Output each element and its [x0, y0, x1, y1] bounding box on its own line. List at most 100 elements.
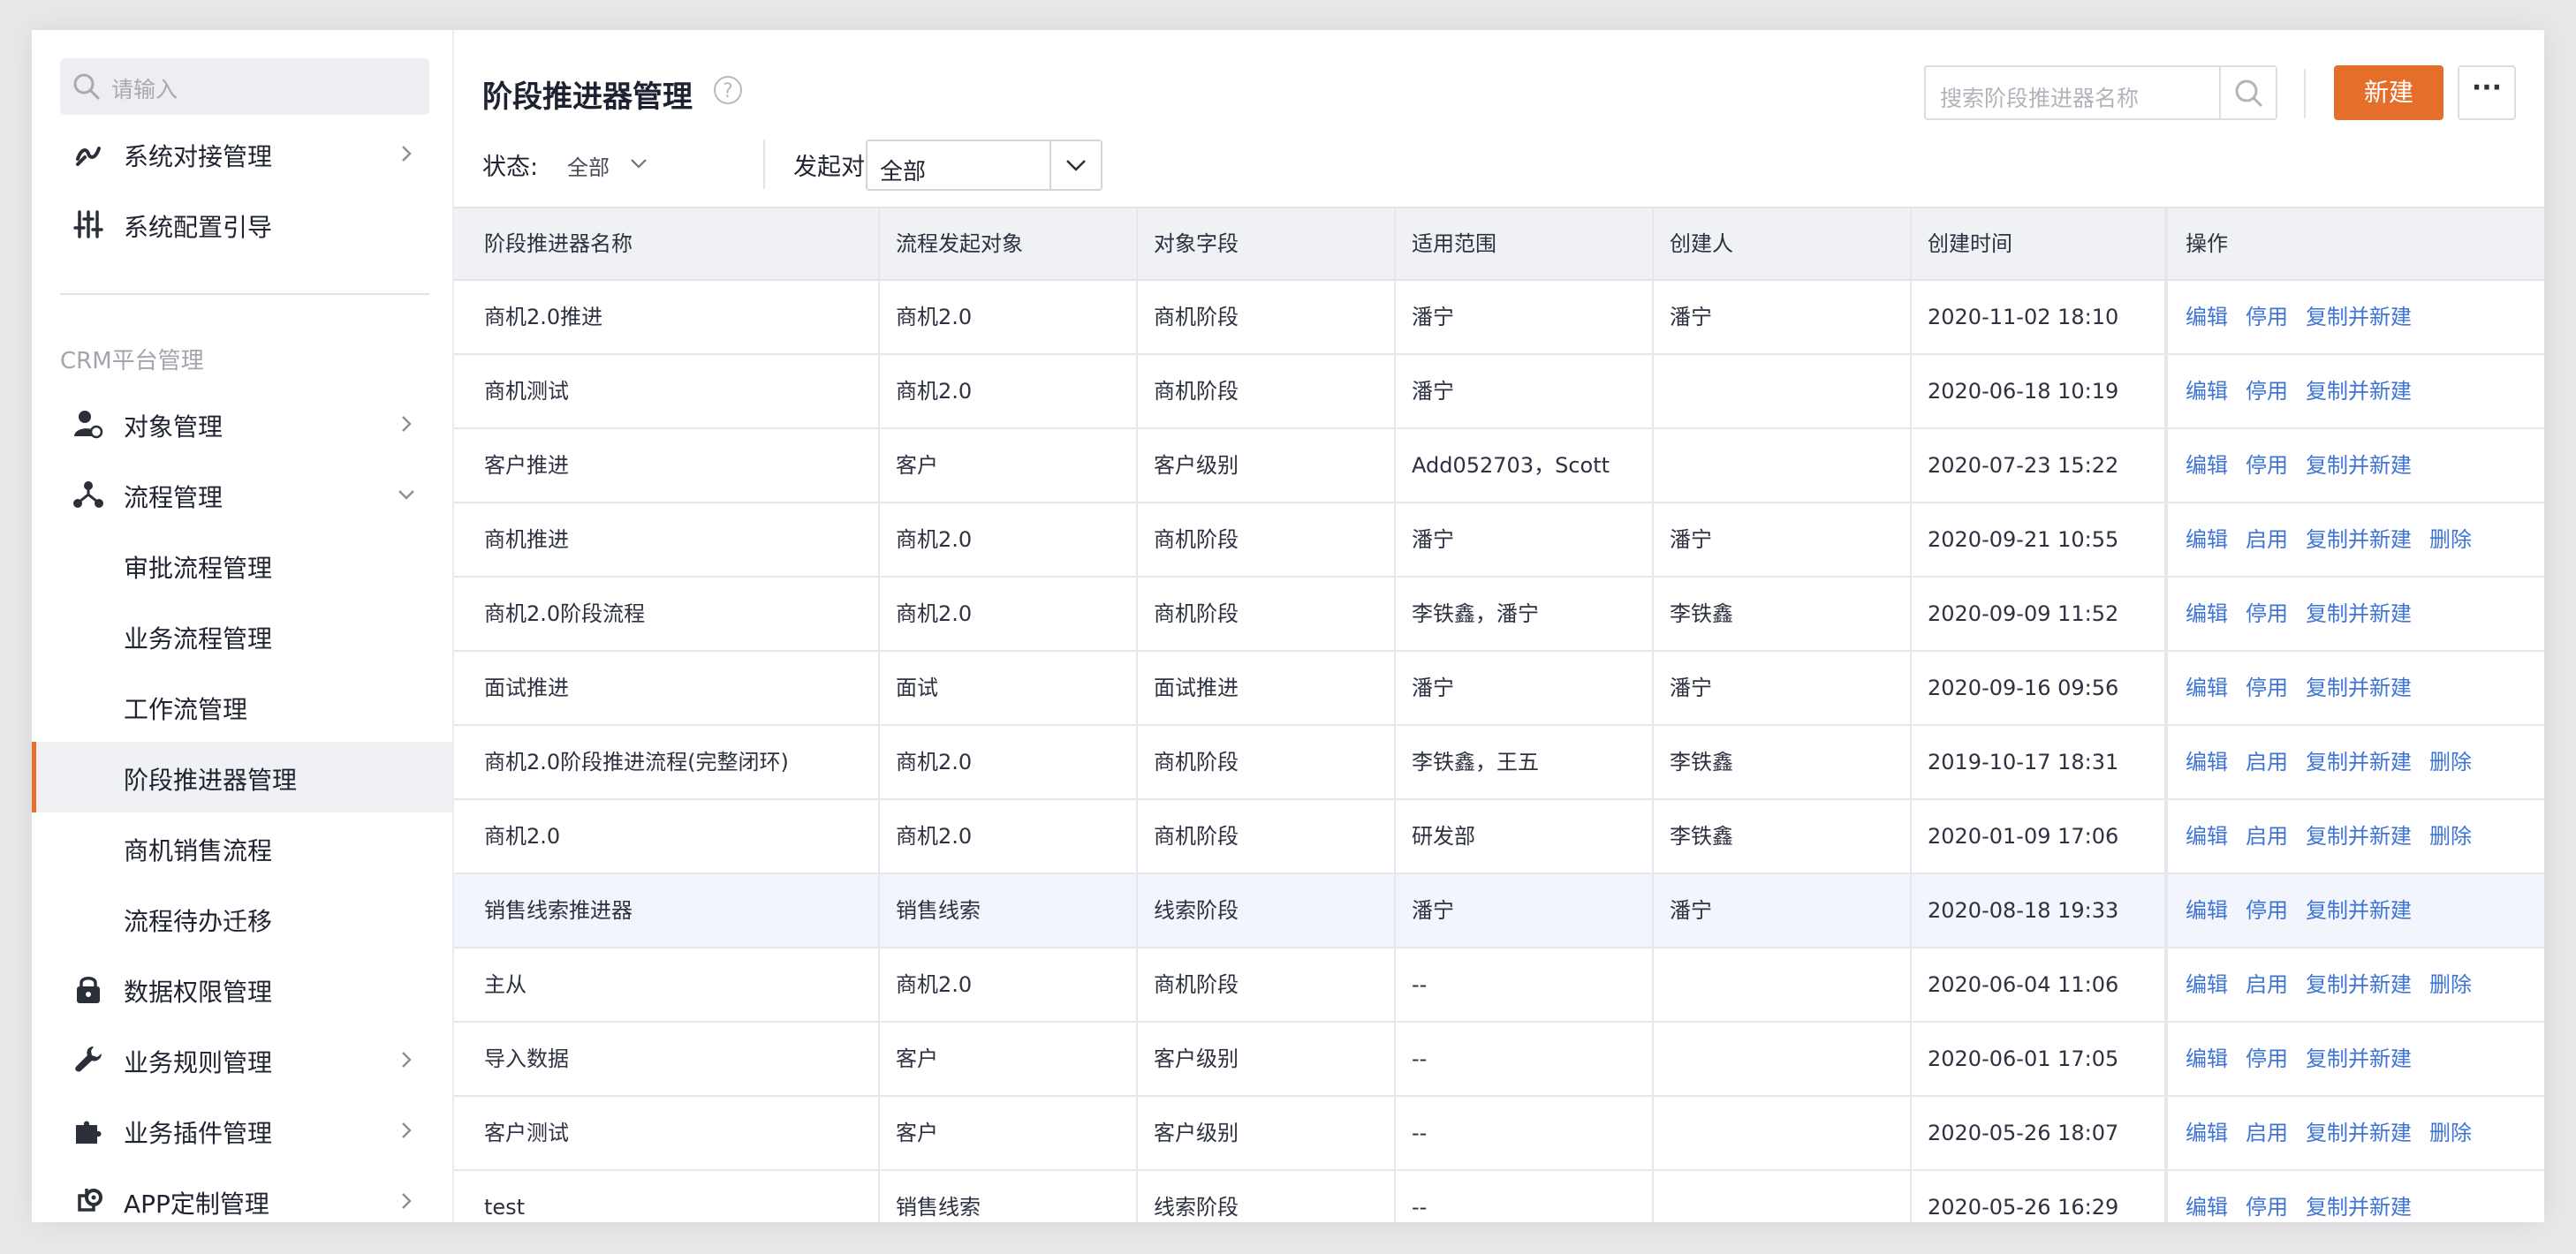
row-action-link[interactable]: 停用	[2246, 898, 2288, 923]
new-button[interactable]: 新建	[2334, 65, 2443, 120]
sidebar-item-object-management[interactable]: 对象管理	[32, 389, 452, 459]
select-arrow[interactable]	[1049, 141, 1101, 189]
row-action-link[interactable]: 编辑	[2186, 750, 2228, 774]
table-cell-creator	[1654, 355, 1912, 427]
row-action-link[interactable]: 启用	[2246, 527, 2288, 552]
table-row[interactable]: 商机2.0阶段流程 商机2.0 商机阶段 李铁鑫，潘宁 李铁鑫 2020-09-09 11…	[454, 578, 2544, 652]
row-action-link[interactable]: 删除	[2429, 527, 2472, 552]
row-action-link[interactable]: 复制并新建	[2306, 1046, 2412, 1071]
row-action-link[interactable]: 复制并新建	[2306, 750, 2412, 774]
table-row[interactable]: 商机测试 商机2.0 商机阶段 潘宁 2020-06-18 10:19 编辑 停用 复制并新建	[454, 355, 2544, 429]
sidebar-item-config-guide[interactable]: 系统配置引导	[32, 189, 452, 260]
target-filter-select[interactable]: 全部	[866, 140, 1102, 191]
sidebar-item-opportunity-sales-flow[interactable]: 商机销售流程	[32, 812, 452, 883]
sidebar-search-input[interactable]: 请输入	[60, 58, 429, 115]
row-action-link[interactable]: 复制并新建	[2306, 676, 2412, 700]
table-row[interactable]: 商机推进 商机2.0 商机阶段 潘宁 潘宁 2020-09-21 10:55 编辑 启用 复制并…	[454, 503, 2544, 578]
table-cell-field: 商机阶段	[1138, 578, 1396, 650]
row-action-link[interactable]: 停用	[2246, 305, 2288, 329]
row-action-link[interactable]: 停用	[2246, 1046, 2288, 1071]
sidebar-item-business-rules[interactable]: 业务规则管理	[32, 1024, 452, 1095]
chevron-right-icon	[402, 1052, 412, 1068]
row-action-link[interactable]: 编辑	[2186, 1195, 2228, 1220]
row-action-link[interactable]: 复制并新建	[2306, 527, 2412, 552]
row-action-link[interactable]: 删除	[2429, 972, 2472, 997]
row-action-link[interactable]: 编辑	[2186, 1121, 2228, 1145]
table-cell-actions: 编辑 启用 复制并新建 删除	[2166, 800, 2544, 873]
more-button[interactable]: ···	[2458, 65, 2516, 120]
row-action-link[interactable]: 复制并新建	[2306, 601, 2412, 626]
row-action-link[interactable]: 复制并新建	[2306, 453, 2412, 478]
row-action-link[interactable]: 停用	[2246, 1195, 2288, 1220]
row-action-link[interactable]: 复制并新建	[2306, 824, 2412, 849]
row-action-link[interactable]: 复制并新建	[2306, 972, 2412, 997]
table-cell-name: 商机推进	[454, 503, 880, 576]
row-action-link[interactable]: 编辑	[2186, 1046, 2228, 1071]
sidebar-item-stage-advancer[interactable]: 阶段推进器管理	[32, 742, 452, 812]
row-action-link[interactable]: 复制并新建	[2306, 1121, 2412, 1145]
row-action-link[interactable]: 编辑	[2186, 527, 2228, 552]
sidebar-item-todo-migration[interactable]: 流程待办迁移	[32, 883, 452, 954]
row-action-link[interactable]: 编辑	[2186, 972, 2228, 997]
help-icon[interactable]: ?	[714, 76, 742, 104]
row-action-link[interactable]: 编辑	[2186, 898, 2228, 923]
table-row[interactable]: 客户测试 客户 客户级别 -- 2020-05-26 18:07 编辑 启用 复制并新建 删除	[454, 1097, 2544, 1171]
row-action-link[interactable]: 编辑	[2186, 824, 2228, 849]
table-cell-creator: 李铁鑫	[1654, 578, 1912, 650]
table-cell-time: 2020-06-01 17:05	[1912, 1023, 2166, 1095]
table-row[interactable]: 商机2.0推进 商机2.0 商机阶段 潘宁 潘宁 2020-11-02 18:10 编辑 停用…	[454, 281, 2544, 355]
sidebar-item-approval-flow[interactable]: 审批流程管理	[32, 530, 452, 601]
row-action-link[interactable]: 停用	[2246, 601, 2288, 626]
row-action-link[interactable]: 启用	[2246, 824, 2288, 849]
table-row[interactable]: 客户推进 客户 客户级别 Add052703，Scott 2020-07-23 15:2…	[454, 429, 2544, 503]
table-cell-field: 商机阶段	[1138, 503, 1396, 576]
table-row[interactable]: test 销售线索 线索阶段 -- 2020-05-26 16:29 编辑 停用 复制并新建	[454, 1171, 2544, 1222]
name-search-input[interactable]: 搜索阶段推进器名称	[1924, 65, 2277, 120]
sidebar-item-workflow[interactable]: 工作流管理	[32, 671, 452, 742]
row-action-link[interactable]: 停用	[2246, 676, 2288, 700]
column-header[interactable]: 创建时间	[1912, 208, 2166, 279]
row-action-link[interactable]: 复制并新建	[2306, 898, 2412, 923]
search-button[interactable]	[2219, 67, 2276, 118]
column-header[interactable]: 流程发起对象	[880, 208, 1138, 279]
column-header[interactable]: 阶段推进器名称	[454, 208, 880, 279]
row-action-link[interactable]: 启用	[2246, 972, 2288, 997]
row-action-link[interactable]: 复制并新建	[2306, 1195, 2412, 1220]
row-action-link[interactable]: 编辑	[2186, 676, 2228, 700]
sidebar-item-label: 流程管理	[124, 483, 224, 512]
table-row[interactable]: 主从 商机2.0 商机阶段 -- 2020-06-04 11:06 编辑 启用 复制并新建 删除	[454, 948, 2544, 1023]
column-header[interactable]: 对象字段	[1138, 208, 1396, 279]
sidebar-item-data-permission[interactable]: 数据权限管理	[32, 954, 452, 1024]
row-action-link[interactable]: 复制并新建	[2306, 379, 2412, 404]
sidebar: 请输入 系统对接管理 系统配置引导 CRM平台管理 对象管理 流程管理 审批流程…	[32, 30, 454, 1222]
column-header[interactable]: 适用范围	[1396, 208, 1654, 279]
table-cell-scope: 潘宁	[1396, 355, 1654, 427]
sidebar-item-app-customization[interactable]: APP定制管理	[32, 1166, 452, 1222]
row-action-link[interactable]: 复制并新建	[2306, 305, 2412, 329]
row-action-link[interactable]: 删除	[2429, 1121, 2472, 1145]
row-action-link[interactable]: 启用	[2246, 1121, 2288, 1145]
row-action-link[interactable]: 删除	[2429, 750, 2472, 774]
table-row[interactable]: 导入数据 客户 客户级别 -- 2020-06-01 17:05 编辑 停用 复制并新建	[454, 1023, 2544, 1097]
table-cell-time: 2020-01-09 17:06	[1912, 800, 2166, 873]
table-row[interactable]: 商机2.0阶段推进流程(完整闭环) 商机2.0 商机阶段 李铁鑫，王五 李铁鑫 2019-…	[454, 726, 2544, 800]
row-action-link[interactable]: 编辑	[2186, 379, 2228, 404]
sidebar-item-business-flow[interactable]: 业务流程管理	[32, 601, 452, 671]
sidebar-item-system-integration[interactable]: 系统对接管理	[32, 118, 452, 189]
row-action-link[interactable]: 启用	[2246, 750, 2288, 774]
flow-icon	[73, 481, 103, 508]
table-cell-field: 商机阶段	[1138, 726, 1396, 798]
row-action-link[interactable]: 编辑	[2186, 453, 2228, 478]
sidebar-item-business-plugins[interactable]: 业务插件管理	[32, 1095, 452, 1166]
row-action-link[interactable]: 停用	[2246, 453, 2288, 478]
column-header[interactable]: 创建人	[1654, 208, 1912, 279]
table-row[interactable]: 商机2.0 商机2.0 商机阶段 研发部 李铁鑫 2020-01-09 17:06 编辑 启用…	[454, 800, 2544, 874]
row-action-link[interactable]: 删除	[2429, 824, 2472, 849]
table-row[interactable]: 面试推进 面试 面试推进 潘宁 潘宁 2020-09-16 09:56 编辑 停用 复制并新建	[454, 652, 2544, 726]
row-action-link[interactable]: 停用	[2246, 379, 2288, 404]
sidebar-item-flow-management[interactable]: 流程管理	[32, 459, 452, 530]
row-action-link[interactable]: 编辑	[2186, 305, 2228, 329]
row-action-link[interactable]: 编辑	[2186, 601, 2228, 626]
table-row[interactable]: 销售线索推进器 销售线索 线索阶段 潘宁 潘宁 2020-08-18 19:33 编辑 停用复…	[454, 874, 2544, 948]
wrench-icon	[75, 1046, 102, 1072]
